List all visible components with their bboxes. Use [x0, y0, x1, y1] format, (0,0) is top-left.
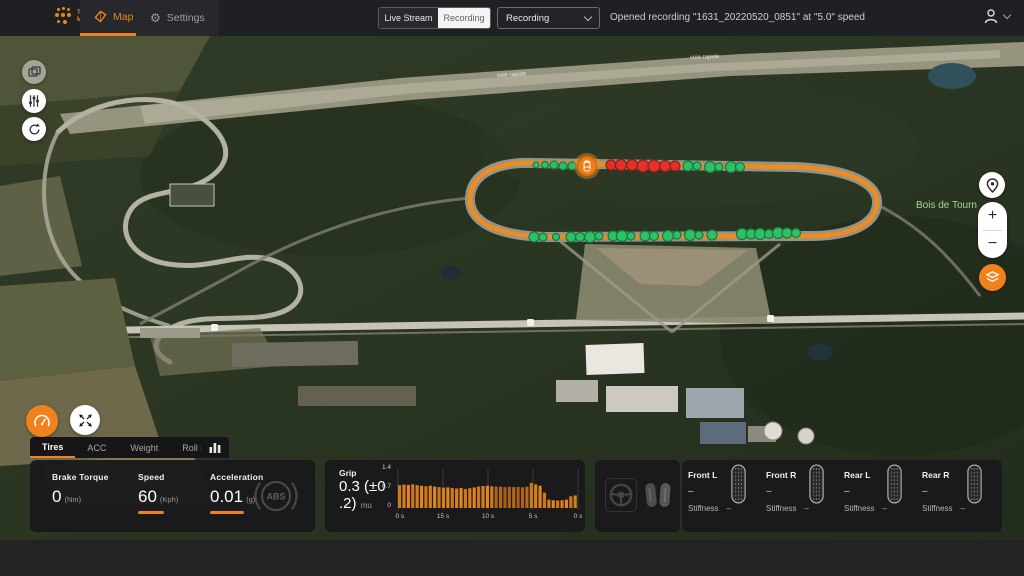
tab-tires[interactable]: Tires — [30, 437, 75, 458]
tab-weight[interactable]: Weight — [118, 437, 170, 458]
map-layers-icon — [985, 270, 1000, 285]
grip-unit: mu — [361, 501, 372, 510]
svg-text:10 s: 10 s — [482, 513, 495, 520]
refresh-button[interactable] — [22, 117, 46, 141]
panel-tab-bar: Tires ACC Weight Roll radii — [30, 437, 229, 458]
bar-chart-icon — [209, 442, 221, 453]
playback-bar: 16:00 · 19:02 ✂ — [0, 540, 1024, 576]
svg-text:15 s: 15 s — [437, 513, 450, 520]
telemetry-panel: Brake Torque 0 (Nm) Speed 60 (Kph) Accel… — [30, 460, 315, 532]
abs-icon: ABS — [252, 472, 300, 520]
tire-icon — [966, 462, 983, 506]
user-chevron-icon — [1003, 11, 1011, 19]
compare-button[interactable] — [22, 60, 46, 84]
user-menu[interactable] — [983, 8, 1010, 25]
top-bar: TACTILEMOBILITY Map ⚙ Settings Live Stre… — [0, 0, 1024, 36]
tire-value: – — [844, 486, 920, 497]
tab-settings-label: Settings — [167, 12, 205, 24]
logo-dots-icon — [55, 7, 73, 27]
gauge-icon — [33, 413, 51, 429]
grip-value-line2: .2) — [339, 495, 357, 512]
tire-group-rear-l: Rear L – Stiffness– — [844, 470, 920, 513]
filters-button[interactable] — [22, 89, 46, 113]
acceleration-value: 0.01 — [210, 487, 243, 507]
recording-dropdown-value: Recording — [506, 13, 549, 24]
brake-torque-value: 0 — [52, 487, 61, 507]
refresh-icon — [28, 123, 41, 136]
svg-text:5 s: 5 s — [529, 513, 538, 520]
speed-underline — [138, 511, 164, 514]
steering-wheel-icon — [608, 482, 634, 508]
tab-acc[interactable]: ACC — [75, 437, 118, 458]
chevron-down-icon — [584, 12, 592, 20]
tire-icon — [808, 462, 825, 506]
svg-text:0 s: 0 s — [574, 513, 583, 520]
vehicle-marker-icon[interactable] — [574, 153, 600, 179]
live-stream-button[interactable]: Live Stream — [379, 8, 438, 28]
zoom-out-button[interactable]: − — [978, 230, 1007, 258]
tab-charts[interactable] — [201, 437, 228, 458]
gear-icon: ⚙ — [150, 11, 161, 25]
dashboard-button[interactable] — [26, 405, 58, 437]
pedals-icon — [643, 478, 673, 512]
expand-icon — [78, 413, 93, 428]
tire-group-front-l: Front L – Stiffness– — [688, 470, 764, 513]
locate-button[interactable] — [979, 172, 1005, 198]
recording-mode-button[interactable]: Recording — [438, 8, 490, 28]
mode-toggle: Live Stream Recording — [378, 7, 491, 29]
tire-icon — [886, 462, 903, 506]
location-pin-icon — [986, 178, 999, 193]
recording-dropdown[interactable]: Recording — [497, 7, 600, 29]
expand-button[interactable] — [70, 405, 100, 435]
steering-wheel-frame — [605, 478, 637, 512]
tire-value: – — [922, 486, 998, 497]
grip-value-line1: 0.3 (±0 — [339, 478, 386, 495]
acceleration-underline — [210, 511, 244, 514]
tab-map-label: Map — [113, 11, 133, 23]
filters-icon — [27, 94, 41, 108]
pedals-panel — [595, 460, 680, 532]
tire-icon — [730, 462, 747, 506]
grip-panel: Grip 0.3 (±0 .2) mu 1.4 0.7 0 20 s15 s10… — [325, 460, 585, 532]
compare-icon — [28, 66, 41, 79]
tire-group-front-r: Front R – Stiffness– — [766, 470, 842, 513]
map-layers-button[interactable] — [979, 264, 1006, 291]
tire-stiffness-panel: Front L – Stiffness– Front R – Stiffness… — [682, 460, 1002, 532]
abs-label: ABS — [266, 492, 285, 502]
zoom-controls: + − — [978, 202, 1007, 258]
grip-readout: Grip 0.3 (±0 .2) mu — [339, 468, 386, 514]
forest-label: Bois de Tourn — [916, 200, 977, 211]
tire-value: – — [688, 486, 764, 497]
grip-chart: 20 s 15 s 10 s 5 s 0 s — [395, 465, 583, 521]
brake-torque-stat: Brake Torque 0 (Nm) — [52, 472, 109, 507]
user-icon — [983, 8, 999, 25]
svg-text:20 s: 20 s — [395, 513, 405, 520]
tire-group-rear-r: Rear R – Stiffness– — [922, 470, 998, 513]
road-label: voie rapide — [690, 54, 720, 61]
tire-value: – — [766, 486, 842, 497]
speed-stat: Speed 60 (Kph) — [138, 472, 178, 514]
tab-settings[interactable]: ⚙ Settings — [136, 0, 219, 36]
status-text: Opened recording "1631_20220520_0851" at… — [610, 12, 865, 23]
zoom-in-button[interactable]: + — [978, 202, 1007, 230]
speed-value: 60 — [138, 487, 157, 507]
map-icon — [94, 10, 107, 23]
